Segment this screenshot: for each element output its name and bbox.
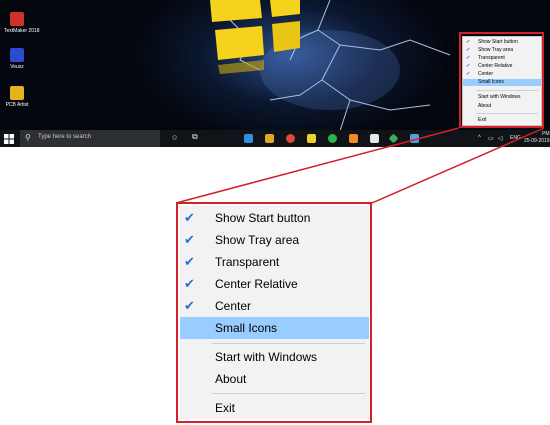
menu-separator	[212, 393, 365, 394]
menu-item-label: Transparent	[215, 255, 280, 269]
menu-item-label: Center	[215, 299, 252, 313]
menu-item-show-start-button[interactable]: ✔ Show Start button	[180, 207, 369, 229]
menu-item-exit[interactable]: Exit	[180, 397, 369, 419]
menu-item-show-tray-area[interactable]: ✔ Show Tray area	[180, 229, 369, 251]
check-icon: ✔	[184, 232, 195, 247]
check-icon: ✔	[184, 298, 195, 313]
menu-item-center[interactable]: ✔ Center	[180, 295, 369, 317]
menu-item-center-relative[interactable]: ✔ Center Relative	[180, 273, 369, 295]
check-icon: ✔	[184, 210, 195, 225]
check-icon: ✔	[184, 254, 195, 269]
tray-context-menu: ✔ Show Start button ✔ Show Tray area ✔ T…	[180, 206, 369, 419]
menu-item-label: Show Start button	[215, 211, 311, 225]
menu-item-about[interactable]: About	[180, 368, 369, 390]
menu-separator	[212, 343, 365, 344]
menu-item-label: About	[215, 372, 247, 386]
menu-item-label: Exit	[215, 401, 236, 415]
menu-item-start-with-windows[interactable]: Start with Windows	[180, 346, 369, 368]
menu-item-label: Center Relative	[215, 277, 298, 291]
menu-item-label: Show Tray area	[215, 233, 300, 247]
menu-item-label: Start with Windows	[215, 350, 318, 364]
menu-item-transparent[interactable]: ✔ Transparent	[180, 251, 369, 273]
check-icon: ✔	[184, 276, 195, 291]
menu-item-label: Small Icons	[215, 321, 278, 335]
menu-item-small-icons[interactable]: Small Icons	[180, 317, 369, 339]
